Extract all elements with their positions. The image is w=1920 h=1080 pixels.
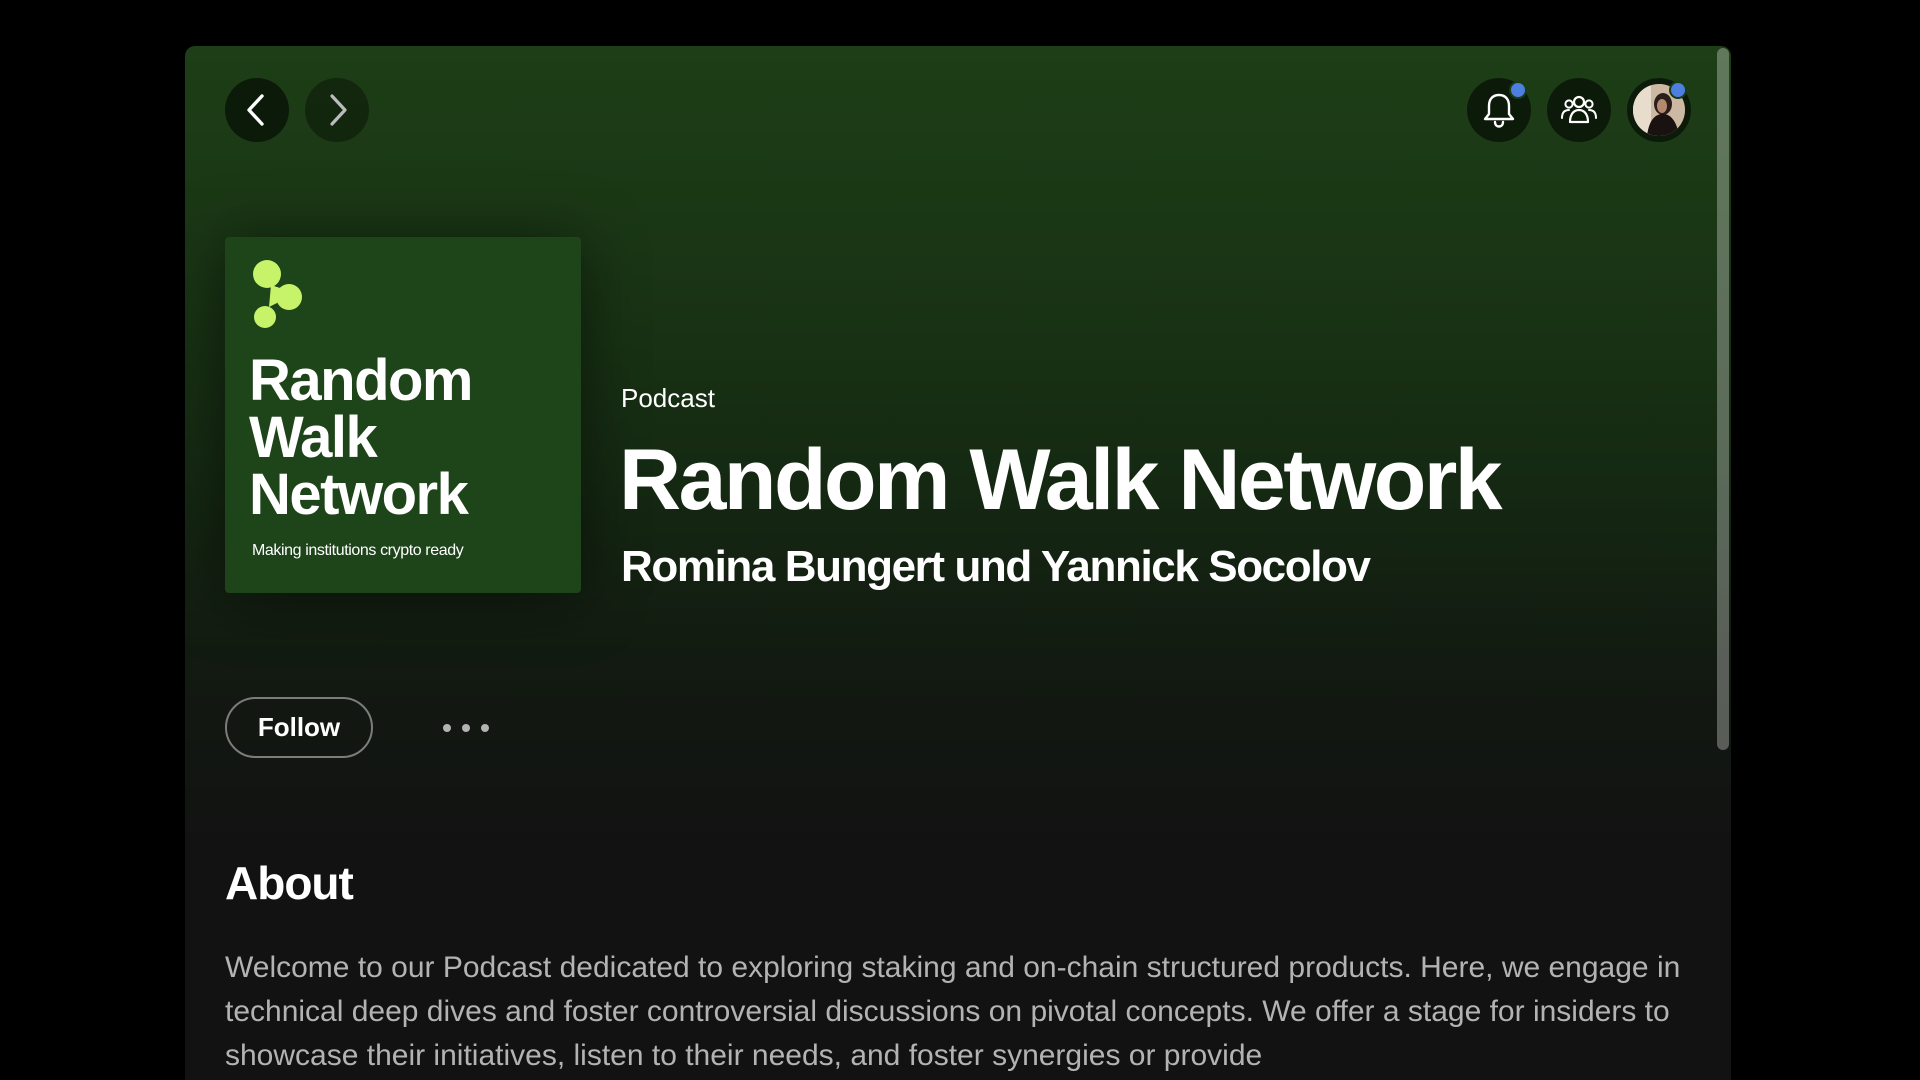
more-options-button[interactable] <box>431 708 501 748</box>
notification-badge <box>1509 81 1527 99</box>
account-badge <box>1669 81 1687 99</box>
cover-title: Random Walk Network <box>249 352 569 524</box>
chevron-right-icon <box>330 94 347 126</box>
scrollbar[interactable] <box>1715 46 1731 1080</box>
cover-tagline: Making institutions crypto ready <box>252 542 464 559</box>
page-title: Random Walk Network <box>619 432 1503 528</box>
more-options-icon <box>481 724 489 732</box>
back-button[interactable] <box>225 78 289 142</box>
friends-activity-icon <box>1561 95 1597 124</box>
cover-title-line: Walk <box>249 405 378 470</box>
podcast-page-panel: Random Walk Network Making institutions … <box>185 46 1731 1080</box>
random-walk-logo <box>253 260 302 328</box>
cover-title-line: Network <box>249 462 469 527</box>
scrollbar-thumb[interactable] <box>1717 48 1729 750</box>
about-description: Welcome to our Podcast dedicated to expl… <box>225 951 1681 1072</box>
chevron-left-icon <box>247 94 264 126</box>
about-heading: About <box>225 857 354 909</box>
podcast-authors[interactable]: Romina Bungert und Yannick Socolov <box>621 542 1371 592</box>
forward-button[interactable] <box>305 78 369 142</box>
more-options-icon <box>443 724 451 732</box>
follow-button[interactable]: Follow <box>225 697 373 758</box>
more-options-icon <box>462 724 470 732</box>
content-type-label: Podcast <box>621 383 715 413</box>
notifications-button[interactable] <box>1467 78 1531 142</box>
cover-title-line: Random <box>249 348 474 413</box>
podcast-cover-art: Random Walk Network Making institutions … <box>225 237 581 593</box>
user-menu-button[interactable] <box>1627 78 1691 142</box>
friends-activity-button[interactable] <box>1547 78 1611 142</box>
